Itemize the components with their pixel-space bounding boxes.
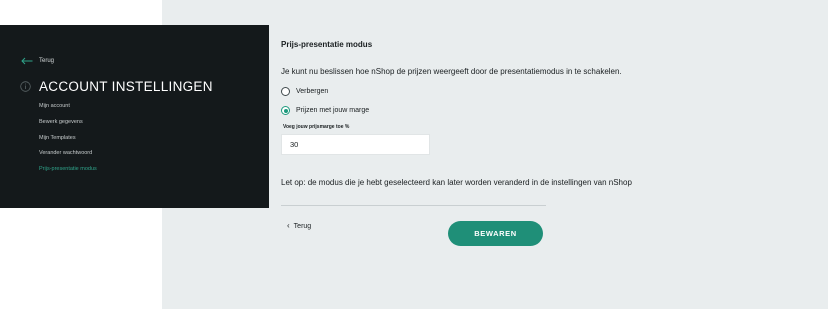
radio-prices-with-margin[interactable]: [281, 106, 290, 115]
sidebar-item-edit-details[interactable]: Bewerk gegevens: [39, 116, 97, 132]
account-title-row: ACCOUNT INSTELLINGEN: [20, 79, 213, 94]
section-title: Prijs-presentatie modus: [281, 40, 373, 49]
intro-text: Je kunt nu beslissen hoe nShop de prijze…: [281, 67, 622, 76]
save-button[interactable]: BEWAREN: [448, 221, 543, 246]
note-text: Let op: de modus die je hebt geselecteer…: [281, 178, 632, 187]
sidebar-item-price-presentation[interactable]: Prijs-presentatie modus: [39, 163, 97, 179]
option-hide-label: Verbergen: [296, 88, 329, 95]
radio-hide[interactable]: [281, 87, 290, 96]
option-prices-with-margin[interactable]: Prijzen met jouw marge: [281, 106, 369, 115]
sidebar-menu: Mijn account Bewerk gegevens Mijn Templa…: [39, 100, 97, 179]
sidebar-back-label: Terug: [39, 58, 55, 64]
sidebar-item-change-password[interactable]: Verander wachtwoord: [39, 147, 97, 163]
sidebar-back-link[interactable]: Terug: [21, 55, 54, 67]
back-link[interactable]: ‹ Terug: [287, 221, 311, 231]
margin-field-label: Voeg jouw prijsmarge toe %: [283, 124, 350, 130]
option-hide[interactable]: Verbergen: [281, 87, 328, 96]
account-title: ACCOUNT INSTELLINGEN: [39, 79, 213, 94]
sidebar-item-my-templates[interactable]: Mijn Templates: [39, 132, 97, 148]
sidebar-item-my-account[interactable]: Mijn account: [39, 100, 97, 116]
divider: [281, 205, 546, 206]
arrow-left-icon: [21, 57, 33, 65]
account-sidebar: Terug ACCOUNT INSTELLINGEN Mijn account …: [0, 25, 269, 208]
chevron-left-icon: ‹: [287, 221, 290, 230]
back-link-label: Terug: [293, 222, 312, 230]
margin-input[interactable]: [281, 134, 430, 155]
info-circle-icon: [20, 81, 31, 92]
option-prices-with-margin-label: Prijzen met jouw marge: [296, 107, 370, 114]
